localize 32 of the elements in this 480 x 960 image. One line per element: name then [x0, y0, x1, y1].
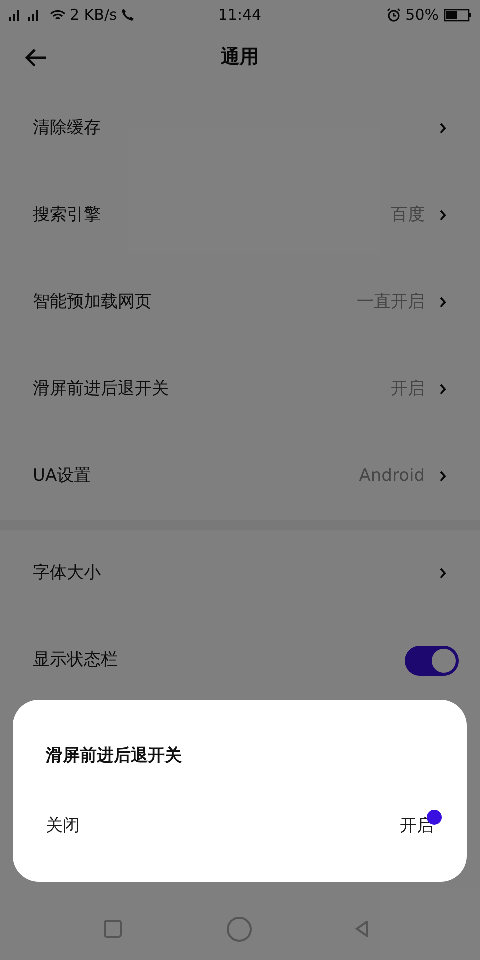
back-triangle-icon[interactable]	[355, 921, 369, 937]
setting-value: 开启	[391, 378, 425, 401]
setting-label: 显示状态栏	[33, 648, 119, 672]
chevron-right-icon	[439, 383, 447, 396]
chevron-right-icon	[439, 296, 447, 309]
home-button[interactable]	[227, 916, 252, 942]
setting-label: 字体大小	[33, 562, 102, 585]
back-arrow-icon	[24, 48, 48, 68]
wifi-icon	[50, 8, 66, 22]
battery-percent: 50%	[406, 4, 439, 26]
setting-value: 一直开启	[357, 290, 425, 314]
chevron-right-icon	[439, 122, 447, 135]
phone-icon	[121, 8, 136, 22]
setting-value: 百度	[391, 204, 425, 227]
battery-icon	[444, 8, 472, 22]
clock-time: 11:44	[218, 6, 262, 24]
setting-label: 滑屏前进后退开关	[33, 378, 170, 401]
alarm-icon	[386, 8, 401, 22]
setting-label: 搜索引擎	[33, 204, 102, 227]
chevron-right-icon	[439, 209, 447, 222]
page-title: 通用	[221, 46, 259, 68]
setting-label: 智能预加载网页	[33, 290, 153, 314]
dialog-title: 滑屏前进后退开关	[46, 746, 182, 766]
dialog-option[interactable]: 关闭	[46, 816, 80, 836]
setting-label: UA设置	[33, 464, 92, 488]
chevron-right-icon	[439, 567, 447, 580]
network-speed: 2 KB/s	[70, 4, 118, 26]
setting-value: Android	[359, 464, 425, 488]
chevron-right-icon	[439, 470, 447, 483]
recents-button[interactable]	[104, 920, 122, 938]
setting-label: 清除缓存	[33, 116, 102, 140]
toggle-switch[interactable]	[405, 646, 459, 676]
